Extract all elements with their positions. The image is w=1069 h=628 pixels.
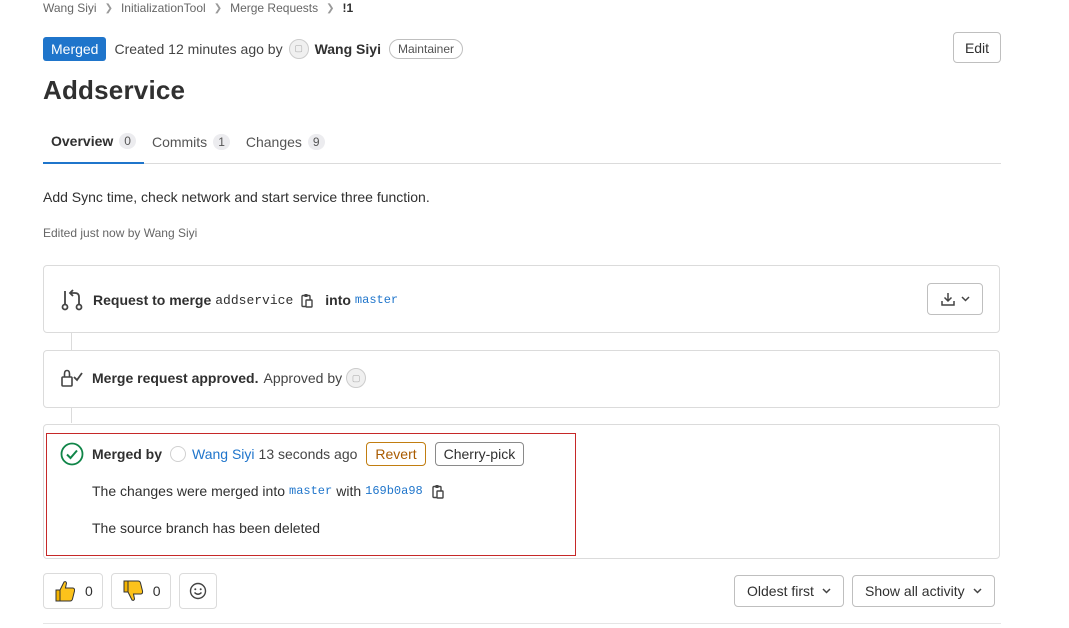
approver-avatar[interactable]: ▢ — [346, 368, 367, 388]
edit-button[interactable]: Edit — [953, 32, 1001, 63]
tab-count: 9 — [307, 134, 325, 150]
approval-card: Merge request approved. Approved by ▢ — [43, 350, 1000, 408]
breadcrumb-user[interactable]: Wang Siyi — [43, 1, 97, 15]
check-circle-icon — [60, 442, 84, 466]
tab-count: 0 — [119, 133, 136, 149]
tab-label: Overview — [51, 133, 114, 149]
cherry-pick-button[interactable]: Cherry-pick — [434, 442, 525, 466]
merged-into-line: The changes were merged into master with… — [92, 483, 444, 499]
breadcrumb-project[interactable]: InitializationTool — [121, 1, 206, 15]
source-deleted-text: The source branch has been deleted — [92, 520, 321, 536]
activity-filter-label: Show all activity — [865, 583, 965, 599]
sort-order-dropdown[interactable]: Oldest first — [734, 575, 844, 607]
thumbs-down-icon — [121, 579, 145, 603]
tab-changes[interactable]: Changes 9 — [238, 120, 333, 164]
approval-title: Merge request approved. — [92, 370, 259, 386]
tab-count: 1 — [213, 134, 230, 150]
merged-with-text: with — [336, 483, 362, 499]
add-reaction-button[interactable] — [178, 573, 217, 609]
request-card: Request to merge addservice into master — [43, 265, 1000, 333]
tab-overview[interactable]: Overview 0 — [43, 120, 144, 164]
tab-label: Changes — [245, 134, 302, 150]
edited-note: Edited just now by Wang Siyi — [43, 226, 198, 240]
status-badge: Merged — [43, 36, 107, 61]
tab-commits[interactable]: Commits 1 — [144, 120, 238, 164]
author-name[interactable]: Wang Siyi — [315, 41, 381, 57]
merged-by-row: Merged by Wang Siyi 13 seconds ago Rever… — [60, 442, 525, 466]
thumbs-up-icon — [53, 579, 77, 603]
chevron-down-icon — [822, 588, 831, 594]
chevron-down-icon — [960, 296, 970, 302]
copy-icon[interactable] — [301, 293, 313, 308]
page-title: Addservice — [43, 75, 186, 105]
merger-avatar[interactable] — [170, 446, 187, 462]
merged-target-branch[interactable]: master — [289, 484, 332, 498]
role-badge: Maintainer — [388, 38, 463, 59]
merged-by-label: Merged by — [92, 446, 163, 462]
chevron-right-icon: ❯ — [326, 2, 335, 14]
download-dropdown-button[interactable] — [927, 283, 983, 315]
revert-button[interactable]: Revert — [366, 442, 426, 466]
into-label: into — [325, 292, 351, 308]
thumbs-down-count: 0 — [152, 583, 161, 599]
created-text: Created 12 minutes ago by — [114, 40, 283, 57]
target-branch-link[interactable]: master — [355, 293, 398, 307]
sort-order-label: Oldest first — [747, 583, 814, 599]
breadcrumb-current[interactable]: !1 — [343, 1, 354, 15]
copy-icon[interactable] — [432, 484, 444, 499]
chevron-down-icon — [973, 588, 982, 594]
author-avatar[interactable]: ▢ — [288, 38, 309, 59]
mr-header: Merged Created 12 minutes ago by ▢ Wang … — [43, 36, 463, 61]
mr-description: Add Sync time, check network and start s… — [43, 189, 430, 205]
approved-by-label: Approved by — [263, 370, 343, 386]
thumbs-down-button[interactable]: 0 — [110, 573, 171, 609]
thumbs-up-count: 0 — [85, 583, 93, 599]
commit-sha-link[interactable]: 169b0a98 — [365, 484, 423, 498]
breadcrumb-merge-requests[interactable]: Merge Requests — [230, 1, 318, 15]
chevron-right-icon: ❯ — [104, 2, 113, 14]
merger-name[interactable]: Wang Siyi — [192, 446, 255, 462]
smiley-icon — [189, 582, 207, 600]
thumbs-up-button[interactable]: 0 — [43, 573, 103, 609]
mr-tabs: Overview 0 Commits 1 Changes 9 — [43, 120, 1001, 164]
merge-request-icon — [60, 288, 84, 312]
reactions-bar: 0 0 — [43, 573, 217, 609]
breadcrumb: Wang Siyi ❯ InitializationTool ❯ Merge R… — [43, 0, 353, 16]
divider — [43, 623, 1001, 624]
tab-label: Commits — [151, 134, 208, 150]
download-icon — [940, 292, 955, 306]
approval-icon — [60, 368, 84, 388]
merged-changes-text: The changes were merged into — [92, 483, 285, 499]
source-branch[interactable]: addservice — [215, 293, 293, 308]
chevron-right-icon: ❯ — [213, 2, 223, 14]
merged-time: 13 seconds ago — [258, 446, 358, 462]
request-prefix: Request to merge — [93, 292, 212, 308]
activity-filter-dropdown[interactable]: Show all activity — [852, 575, 995, 607]
